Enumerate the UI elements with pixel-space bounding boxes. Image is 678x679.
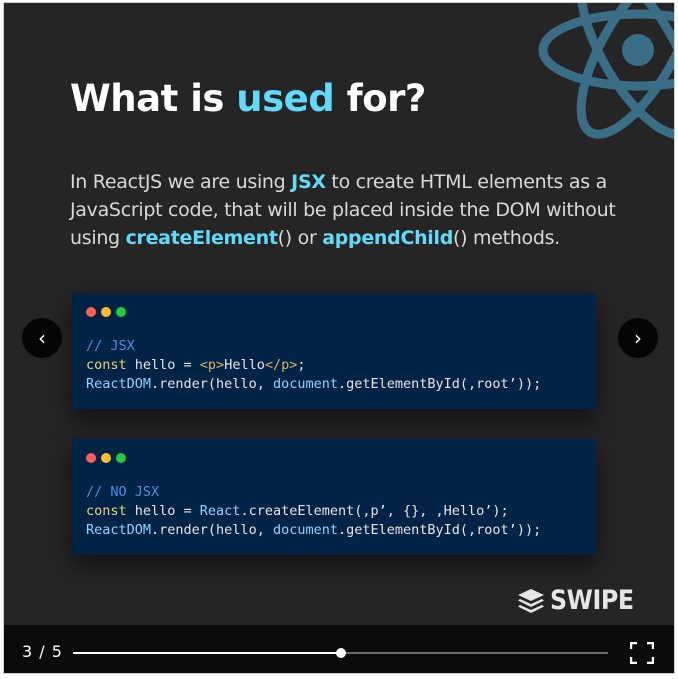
red-dot-icon: [86, 453, 96, 463]
code-token: .getElementById(: [337, 522, 469, 538]
code-block-jsx: // JSX const hello = <p>Hello</p>; React…: [72, 293, 596, 409]
fullscreen-icon[interactable]: [630, 642, 654, 664]
intro-keyword-appendchild: appendChild: [322, 227, 454, 249]
window-dots: [86, 307, 126, 317]
code-tag: </p>: [264, 357, 298, 373]
code-token: Hello: [224, 357, 265, 373]
progress-fill: [73, 652, 341, 654]
code-string: ,root’: [468, 376, 517, 392]
carousel-controls: 3 / 5: [4, 625, 674, 673]
code-token: ;: [297, 357, 306, 373]
code-token: hello =: [126, 357, 200, 373]
intro-text: () or: [277, 227, 323, 249]
yellow-dot-icon: [101, 453, 111, 463]
react-atom-icon: [538, 3, 674, 139]
progress-knob[interactable]: [335, 648, 346, 658]
code-token: .createElement(: [240, 503, 363, 519]
code-comment: // JSX: [86, 338, 135, 354]
code-string: ,p’, {}, ,Hello’: [362, 503, 493, 519]
code-token: ));: [516, 376, 542, 392]
layers-icon: [518, 588, 544, 613]
intro-text: () methods.: [453, 227, 560, 249]
code-keyword: const: [86, 357, 127, 373]
code-token: ));: [516, 522, 542, 538]
code-token: );: [492, 503, 509, 519]
green-dot-icon: [116, 453, 126, 463]
code-object: React: [199, 503, 241, 519]
slide-counter: 3 / 5: [22, 642, 63, 661]
red-dot-icon: [86, 307, 96, 317]
slide: What is used for? In ReactJS we are usin…: [4, 3, 674, 625]
progress-track[interactable]: [73, 648, 608, 658]
code-token: .render(hello,: [151, 522, 273, 538]
swipe-hint: SWIPE: [516, 585, 645, 616]
previous-slide-button[interactable]: ‹: [22, 318, 62, 358]
code-comment: // NO JSX: [86, 484, 160, 500]
title-part: What is: [70, 77, 237, 120]
intro-text: In ReactJS we are using: [70, 171, 292, 193]
code-object: document: [272, 522, 338, 538]
code-text: // JSX const hello = <p>Hello</p>; React…: [86, 337, 541, 394]
title-part: for?: [334, 77, 427, 120]
chevron-right-icon: ›: [634, 326, 642, 350]
intro-paragraph: In ReactJS we are using JSX to create HT…: [70, 168, 630, 252]
title-accent: used: [236, 77, 335, 120]
yellow-dot-icon: [101, 307, 111, 317]
green-dot-icon: [116, 307, 126, 317]
window-dots: [86, 453, 126, 463]
code-object: document: [272, 376, 338, 392]
carousel-viewer: What is used for? In ReactJS we are usin…: [3, 2, 675, 674]
code-text: // NO JSX const hello = React.createElem…: [86, 483, 541, 540]
next-slide-button[interactable]: ›: [618, 318, 658, 358]
chevron-left-icon: ‹: [38, 326, 46, 350]
intro-keyword-createelement: createElement: [125, 227, 278, 249]
code-string: ,root’: [468, 522, 517, 538]
code-object: ReactDOM: [86, 522, 152, 538]
code-block-no-jsx: // NO JSX const hello = React.createElem…: [72, 439, 596, 555]
slide-title: What is used for?: [70, 77, 426, 120]
code-token: .getElementById(: [337, 376, 469, 392]
code-token: hello =: [126, 503, 200, 519]
swipe-label: SWIPE: [550, 585, 634, 616]
code-object: ReactDOM: [86, 376, 152, 392]
code-keyword: const: [86, 503, 127, 519]
code-tag: <p>: [199, 357, 225, 373]
intro-keyword-jsx: JSX: [291, 171, 326, 193]
code-token: .render(hello,: [151, 376, 273, 392]
